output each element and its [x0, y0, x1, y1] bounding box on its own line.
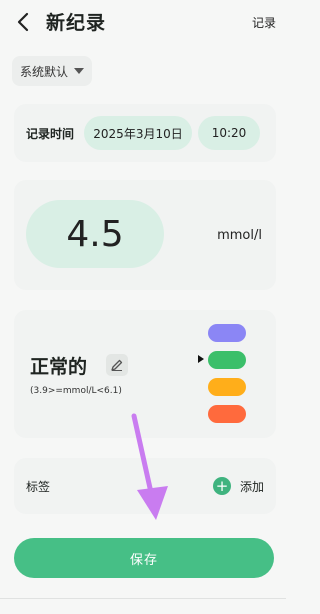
divider [0, 598, 286, 599]
page-title: 新纪录 [46, 12, 107, 34]
pencil-icon[interactable] [106, 354, 128, 376]
time-picker[interactable]: 10:20 [198, 116, 261, 150]
annotation-arrow [131, 413, 168, 520]
header: 新纪录 记录 [0, 0, 286, 44]
tags-card: 标签 + 添加 [14, 458, 276, 514]
color-swatch-red[interactable] [208, 405, 246, 423]
preset-dropdown[interactable]: 系统默认 [12, 56, 93, 86]
date-picker[interactable]: 2025年3月10日 [84, 116, 193, 150]
preset-label: 系统默认 [20, 64, 69, 79]
unit-label: mmol/l [217, 228, 262, 243]
value-card: 4.5 mmol/l [14, 180, 276, 290]
plus-circle-icon: + [212, 477, 231, 495]
add-tag-button[interactable]: + 添加 [212, 477, 264, 495]
records-link[interactable]: 记录 [252, 14, 276, 31]
chevron-left-icon[interactable] [14, 10, 34, 34]
record-time-label: 记录时间 [26, 126, 75, 141]
add-tag-label: 添加 [239, 479, 264, 494]
selection-indicator-icon [198, 355, 204, 363]
tags-label: 标签 [26, 479, 51, 494]
color-swatch-green[interactable] [208, 351, 246, 369]
glucose-value-input[interactable]: 4.5 [26, 200, 164, 268]
record-time-card: 记录时间 2025年3月10日 10:20 [14, 104, 276, 162]
status-range: (3.9>=mmol/L<6.1) [30, 386, 122, 396]
save-button[interactable]: 保存 [14, 538, 274, 578]
color-swatch-orange[interactable] [208, 378, 246, 396]
color-swatch-purple[interactable] [208, 324, 246, 342]
caret-down-icon [74, 68, 85, 74]
status-name: 正常的 [30, 356, 88, 378]
